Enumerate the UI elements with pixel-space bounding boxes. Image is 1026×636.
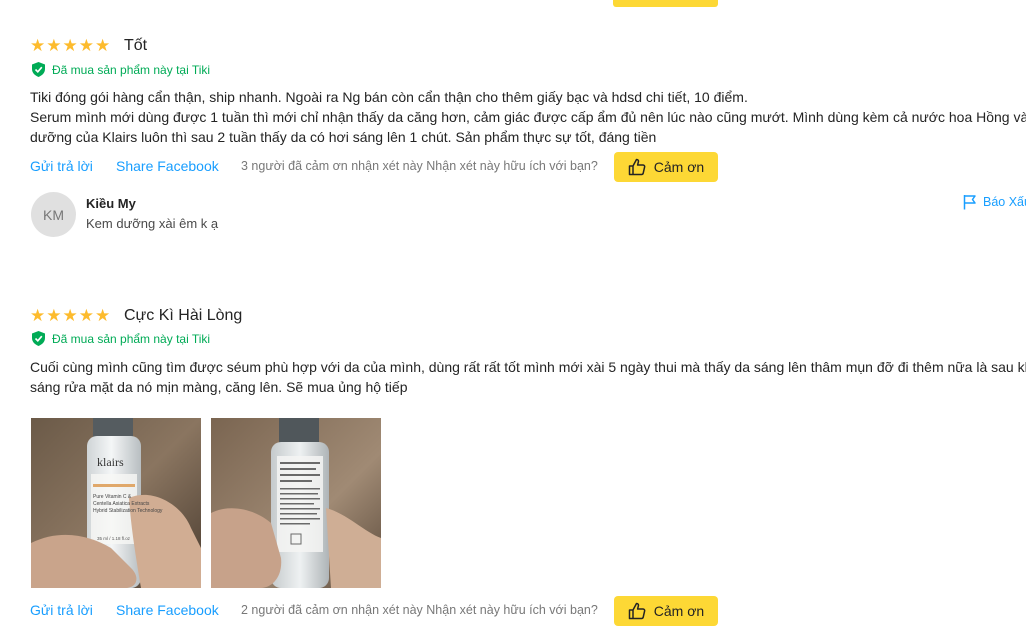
star-icon: ★ xyxy=(95,306,111,325)
product-label-text: Hybrid Stabilization Technology xyxy=(93,508,163,514)
review-content: Tiki đóng gói hàng cẩn thận, ship nhanh.… xyxy=(30,87,1026,147)
review-title: Tốt xyxy=(124,37,148,54)
star-icon: ★ xyxy=(62,306,78,325)
thanks-count: 3 người đã cảm ơn nhận xét này Nhận xét … xyxy=(241,159,598,173)
shield-check-icon xyxy=(32,62,45,77)
verified-label: Đã mua sản phẩm này tại Tiki xyxy=(52,331,211,346)
verified-purchase: Đã mua sản phẩm này tại Tiki xyxy=(32,331,210,346)
rating-stars: ★ ★ ★ ★ ★ xyxy=(30,37,110,54)
review-line: Cuối cùng mình cũng tìm được séum phù hợ… xyxy=(30,359,1026,375)
thanks-button[interactable]: Cảm ơn xyxy=(614,596,718,626)
star-icon: ★ xyxy=(78,36,94,55)
product-volume-text: 35 ml / 1.18 fl.oz xyxy=(97,536,131,541)
flag-icon xyxy=(963,195,976,210)
star-icon: ★ xyxy=(30,36,46,55)
review-line: Tiki đóng gói hàng cẩn thận, ship nhanh.… xyxy=(30,89,748,105)
review-line: sáng rửa mặt da nó mịn màng, căng lên. S… xyxy=(30,379,408,395)
thanks-button[interactable]: Cảm ơn xyxy=(614,152,718,182)
product-label-text: Pure Vitamin C & xyxy=(93,494,132,500)
thanks-label: Cảm ơn xyxy=(653,603,705,619)
product-brand-text: klairs xyxy=(97,455,124,469)
share-facebook-link[interactable]: Share Facebook xyxy=(116,602,219,618)
comment-text: Kem dưỡng xài êm k ạ xyxy=(86,216,219,231)
review-photo[interactable] xyxy=(211,418,381,588)
thumbs-up-icon xyxy=(628,158,646,176)
review-line: dưỡng của Klairs luôn thì sau 2 tuần thấ… xyxy=(30,129,657,145)
report-link[interactable]: Báo Xấu xyxy=(963,194,1026,210)
commenter-name: Kiều My xyxy=(86,196,136,211)
reply-link[interactable]: Gửi trả lời xyxy=(30,158,93,174)
review-content: Cuối cùng mình cũng tìm được séum phù hợ… xyxy=(30,357,1026,397)
review-photo[interactable]: klairs Pure Vitamin C & Centella Asiatic… xyxy=(31,418,201,588)
photo-bottle-back xyxy=(211,418,381,588)
photo-bottle-front: klairs Pure Vitamin C & Centella Asiatic… xyxy=(31,418,201,588)
review-title: Cực Kì Hài Lòng xyxy=(124,307,243,324)
thanks-label: Cảm ơn xyxy=(653,159,705,175)
thanks-count: 2 người đã cảm ơn nhận xét này Nhận xét … xyxy=(241,603,598,617)
avatar: KM xyxy=(31,192,76,237)
review-line: Serum mình mới dùng được 1 tuần thì mới … xyxy=(30,109,1026,125)
verified-label: Đã mua sản phẩm này tại Tiki xyxy=(52,62,211,77)
share-facebook-link[interactable]: Share Facebook xyxy=(116,158,219,174)
star-icon: ★ xyxy=(78,306,94,325)
rating-stars: ★ ★ ★ ★ ★ xyxy=(30,307,110,324)
star-icon: ★ xyxy=(46,36,62,55)
previous-thanks-button[interactable] xyxy=(613,0,718,7)
shield-check-icon xyxy=(32,331,45,346)
star-icon: ★ xyxy=(62,36,78,55)
verified-purchase: Đã mua sản phẩm này tại Tiki xyxy=(32,62,210,77)
product-label-text: Centella Asiatica Extracts xyxy=(93,501,150,507)
star-icon: ★ xyxy=(46,306,62,325)
thumbs-up-icon xyxy=(628,602,646,620)
star-icon: ★ xyxy=(30,306,46,325)
reply-link[interactable]: Gửi trả lời xyxy=(30,602,93,618)
report-label: Báo Xấu xyxy=(983,195,1026,209)
star-icon: ★ xyxy=(95,36,111,55)
